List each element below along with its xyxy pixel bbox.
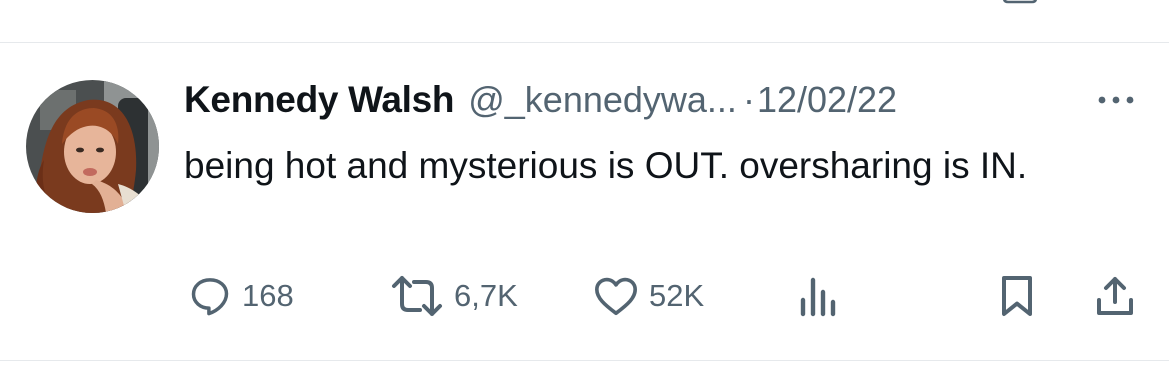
tweet-text: being hot and mysterious is OUT. oversha… <box>184 145 1028 186</box>
reply-count: 168 <box>242 278 294 313</box>
share-button[interactable] <box>1093 274 1137 318</box>
views-button[interactable] <box>796 274 840 318</box>
top-divider <box>0 42 1169 43</box>
like-count: 52K <box>649 278 705 313</box>
like-button[interactable]: 52K <box>593 274 704 318</box>
reply-bubble-icon <box>191 278 229 316</box>
bookmark-button[interactable] <box>997 274 1037 318</box>
author-handle[interactable]: @_kennedywa... <box>468 79 737 121</box>
repost-icon <box>392 276 442 316</box>
tweet-screenshot: Kennedy Walsh @_kennedywa... · 12/02/22 … <box>0 0 1169 389</box>
tweet-timestamp[interactable]: 12/02/22 <box>757 79 897 121</box>
repost-button[interactable]: 6,7K <box>386 274 518 318</box>
reply-button[interactable]: 168 <box>188 274 294 318</box>
analytics-bars-icon <box>800 277 836 317</box>
repost-count: 6,7K <box>454 278 518 313</box>
more-dots-icon <box>1098 96 1134 104</box>
author-display-name[interactable]: Kennedy Walsh <box>184 79 455 121</box>
share-upload-icon <box>1097 277 1133 315</box>
tweet-header: Kennedy Walsh @_kennedywa... · 12/02/22 <box>184 78 897 122</box>
more-options-button[interactable] <box>1094 90 1138 110</box>
separator-dot: · <box>742 79 755 120</box>
heart-icon <box>595 277 637 316</box>
bookmark-icon <box>1002 276 1032 316</box>
avatar[interactable] <box>26 80 159 213</box>
partial-icon-cut-off <box>1002 0 1038 4</box>
bottom-divider <box>0 360 1169 361</box>
